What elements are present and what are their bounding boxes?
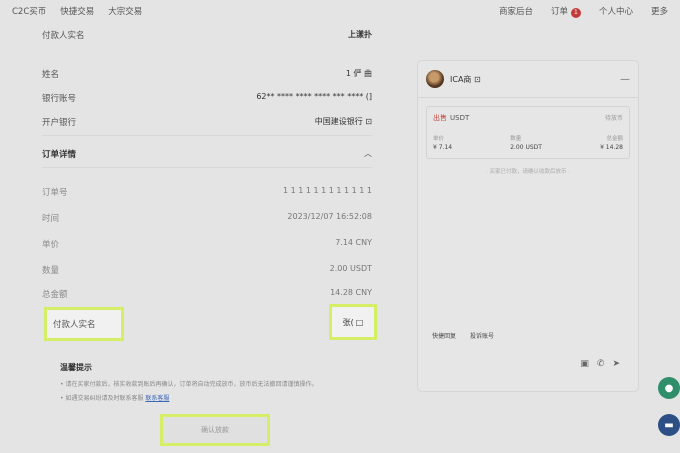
support-fab[interactable]: ● [658,377,680,399]
card-title: 出售 USDT [433,113,623,123]
card-col: 数量 2.00 USDT [510,134,542,151]
chat-bubble-icon: ▬ [664,419,674,431]
image-icon[interactable]: ▣ [580,359,589,369]
card-side: 出售 [433,114,447,122]
avatar [426,70,444,88]
nav-user-center[interactable]: 个人中心 [599,5,633,17]
divider [42,135,372,136]
chat-header: ICA商 ⊡ — [418,61,638,98]
total-value: 14.28 CNY [330,288,372,297]
price-label: 单价 [42,240,60,250]
card-col-value: ¥ 14.28 [600,144,623,151]
account-row: 银行账号 62** **** **** **** *** **** (] [42,92,372,104]
qty-value: 2.00 USDT [329,264,372,273]
payer-label: 付款人实名 [42,31,85,41]
order-no-row: 订单号 1 1 1 1 1 1 1 1 1 1 1 1 [42,186,372,198]
time-label: 时间 [42,214,60,224]
nav-block-trade[interactable]: 大宗交易 [108,5,142,17]
tips-section: 温馨提示 • 请在买家付款后，核实收款到账后再确认，订单将自动完成放币，放币后无… [60,362,390,407]
bank-value[interactable]: 中国建设银行 ⊡ [315,116,372,128]
nav-orders[interactable]: 订单 1 [551,5,581,18]
name-value: 1 俨 曲 [345,69,372,78]
copy-icon[interactable]: □ [356,318,364,327]
card-col-value: ¥ 7.14 [433,144,453,151]
report-account-button[interactable]: 投诉账号 [470,331,494,340]
top-nav: C2C买币 快捷交易 大宗交易 商家后台 订单 1 个人中心 更多 [0,0,680,22]
chat-toolbar: ▣ ✆ ➤ [580,359,620,369]
order-details-header[interactable]: 订单详情 ︿ [42,148,372,160]
account-label: 银行账号 [42,94,77,104]
order-summary-card: 出售 USDT 待放币 单价 ¥ 7.14 数量 2.00 USDT 总金额 ¥ 14.… [426,106,630,159]
card-asset: USDT [450,114,470,122]
quick-reply-button[interactable]: 快捷回复 [432,331,456,340]
chevron-up-icon[interactable]: ︿ [364,148,372,160]
price-row: 单价 7.14 CNY [42,238,372,250]
nav-quick-trade[interactable]: 快捷交易 [60,5,94,17]
card-col: 单价 ¥ 7.14 [433,134,452,151]
divider [42,167,372,168]
tips-line-1: • 请在买家付款后，核实收款到账后再确认，订单将自动完成放币，放币后无法撤回请谨… [60,381,318,388]
tips-line-2-text: • 如遇交易纠纷请及时联系客服 [60,395,144,402]
payer2-label: 付款人实名 [53,320,96,330]
order-details-title: 订单详情 [42,150,77,160]
name-row: 姓名 1 俨 曲 [42,68,372,80]
bank-label: 开户银行 [42,118,77,128]
quick-actions: 快捷回复 投诉账号 [432,331,494,340]
chat-notice: · 买家已付款，请确认收款后放币 · [486,169,570,175]
minimize-icon[interactable]: — [620,74,630,85]
support-icon: ● [664,382,674,394]
card-col: 总金额 ¥ 14.28 [600,134,623,151]
card-col-key: 数量 [510,136,522,142]
total-label: 总金额 [42,290,68,300]
tips-title: 温馨提示 [60,363,92,372]
nav-merchant[interactable]: 商家后台 [499,5,533,17]
card-status: 待放币 [604,115,623,122]
contact-support-link[interactable]: 联系客服 [145,395,169,402]
payer2-value: 张( [342,317,354,327]
bank-row: 开户银行 中国建设银行 ⊡ [42,116,372,128]
confirm-release-button[interactable]: 确认放款 [160,414,270,446]
account-value[interactable]: 62** **** **** **** *** **** (] [256,92,372,104]
time-value: 2023/12/07 16:52:08 [287,212,372,221]
qty-label: 数量 [42,266,60,276]
chat-fab[interactable]: ▬ [658,414,680,436]
card-col-key: 单价 [433,136,445,142]
card-grid: 单价 ¥ 7.14 数量 2.00 USDT 总金额 ¥ 14.28 [433,134,623,151]
tips-line-2: • 如遇交易纠纷请及时联系客服 联系客服 [60,393,390,402]
send-icon[interactable]: ➤ [612,359,620,369]
payer-row: 付款人实名 上漾扑 [42,29,372,41]
name-label: 姓名 [42,70,60,80]
chat-panel: ICA商 ⊡ — 出售 USDT 待放币 单价 ¥ 7.14 数量 2.00 USDT… [417,60,639,392]
nav-orders-label: 订单 [550,6,568,17]
total-row: 总金额 14.28 CNY [42,288,372,300]
payer-name-highlight: 付款人实名 [44,307,124,341]
card-col-key: 总金额 [606,136,623,142]
phone-icon[interactable]: ✆ [597,359,605,369]
order-no-value: 1 1 1 1 1 1 1 1 1 1 1 1 [282,186,372,195]
card-col-value: 2.00 USDT [510,144,542,151]
time-row: 时间 2023/12/07 16:52:08 [42,212,372,224]
price-value: 7.14 CNY [335,238,372,247]
nav-more[interactable]: 更多 [651,5,668,17]
qty-row: 数量 2.00 USDT [42,264,372,276]
confirm-release-label: 确认放款 [201,426,229,434]
chat-merchant-name[interactable]: ICA商 ⊡ [450,74,481,85]
orders-badge: 1 [570,7,581,18]
payer-value-highlight[interactable]: 张( □ [329,304,377,340]
payer-value: 上漾扑 [348,30,372,39]
nav-c2c[interactable]: C2C买币 [12,5,46,17]
order-no-label: 订单号 [42,188,68,198]
